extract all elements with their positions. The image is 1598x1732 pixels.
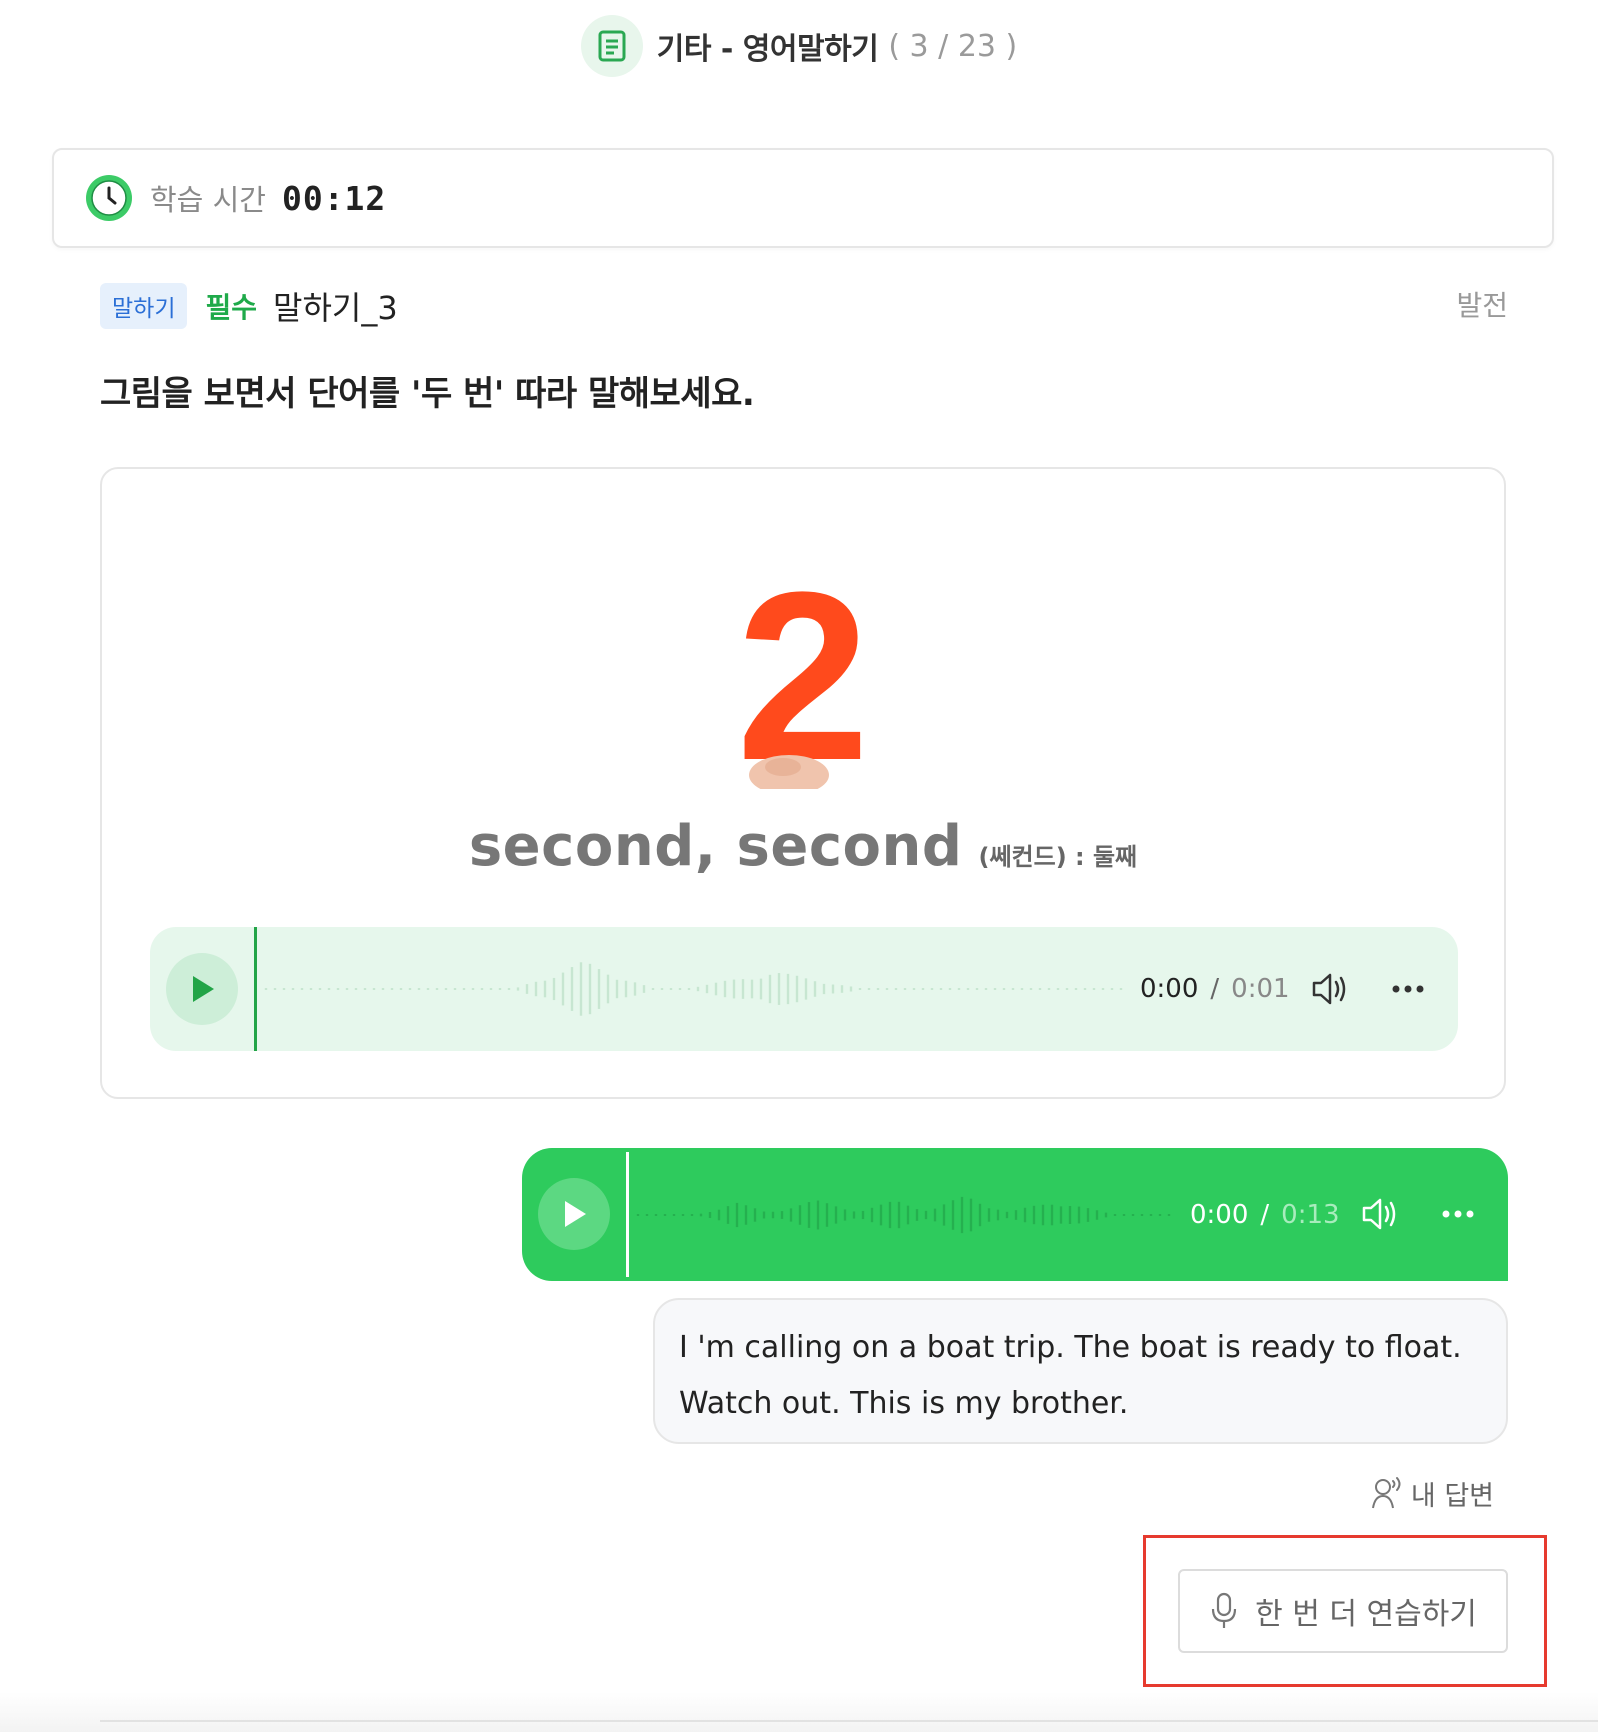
- number-two-image: 2: [102, 579, 1504, 789]
- my-answer-text: 내 답변: [1410, 1480, 1494, 1512]
- practice-again-label: 한 번 더 연습하기: [1255, 1597, 1477, 1632]
- document-icon: [580, 15, 643, 77]
- bottom-divider: [100, 1720, 1598, 1722]
- study-timer: 학습 시간 00:12: [52, 148, 1554, 248]
- target-word: second, second: [468, 814, 963, 879]
- time-separator: /: [1260, 1199, 1270, 1230]
- time-display: 0:00 / 0:13: [1190, 1148, 1340, 1281]
- clock-icon: [86, 175, 132, 221]
- microphone-icon: [1211, 1592, 1237, 1628]
- current-time: 0:00: [1140, 974, 1199, 1004]
- instruction-text: 그림을 보면서 단어를 '두 번' 따라 말해보세요.: [100, 374, 755, 414]
- question-name: 말하기_3: [273, 289, 398, 327]
- more-options-icon[interactable]: [1438, 1192, 1478, 1236]
- volume-icon[interactable]: [1360, 1192, 1400, 1236]
- time-display: 0:00 / 0:01: [1140, 927, 1290, 1051]
- transcript-line: Watch out. This is my brother.: [679, 1386, 1129, 1421]
- question-counter: ( 3 / 23 ): [888, 28, 1018, 64]
- play-button[interactable]: [538, 1178, 610, 1250]
- required-label: 필수: [205, 291, 258, 324]
- answer-transcript: I 'm calling on a boat trip. The boat is…: [653, 1298, 1508, 1444]
- page-header: 기타 - 영어말하기 ( 3 / 23 ): [0, 14, 1598, 78]
- timer-value: 00:12: [281, 178, 387, 218]
- transcript-line: I 'm calling on a boat trip. The boat is…: [679, 1330, 1462, 1365]
- time-separator: /: [1210, 974, 1220, 1004]
- speaking-person-icon: [1371, 1477, 1401, 1509]
- bottom-fade: [0, 1692, 1598, 1732]
- total-time: 0:01: [1231, 974, 1290, 1004]
- current-time: 0:00: [1190, 1199, 1249, 1230]
- word-card: 2 second, second (쎄컨드) : 둘째 0:00 / 0:01: [100, 467, 1506, 1099]
- playhead[interactable]: [626, 1152, 629, 1277]
- playhead[interactable]: [254, 927, 257, 1051]
- level-label: 발전: [1456, 289, 1508, 322]
- pronunciation: (쎄컨드) : 둘째: [978, 843, 1138, 871]
- play-button[interactable]: [166, 953, 238, 1025]
- question-meta: 말하기 필수 말하기_3: [100, 283, 398, 329]
- my-answer-label: 내 답변: [1369, 1472, 1494, 1514]
- total-time: 0:13: [1281, 1199, 1340, 1230]
- type-badge: 말하기: [100, 283, 188, 329]
- answer-audio-player: 0:00 / 0:13: [522, 1148, 1508, 1281]
- practice-again-button[interactable]: 한 번 더 연습하기: [1178, 1569, 1508, 1653]
- waveform[interactable]: [636, 1170, 1176, 1260]
- play-icon: [565, 1201, 586, 1227]
- more-options-icon[interactable]: [1388, 967, 1428, 1011]
- volume-icon[interactable]: [1310, 967, 1350, 1011]
- waveform[interactable]: [264, 947, 1124, 1031]
- play-icon: [193, 976, 214, 1002]
- word-line: second, second (쎄컨드) : 둘째: [102, 814, 1504, 879]
- timer-label: 학습 시간: [150, 183, 266, 217]
- course-title: 기타 - 영어말하기: [656, 32, 879, 67]
- example-audio-player: 0:00 / 0:01: [150, 927, 1458, 1051]
